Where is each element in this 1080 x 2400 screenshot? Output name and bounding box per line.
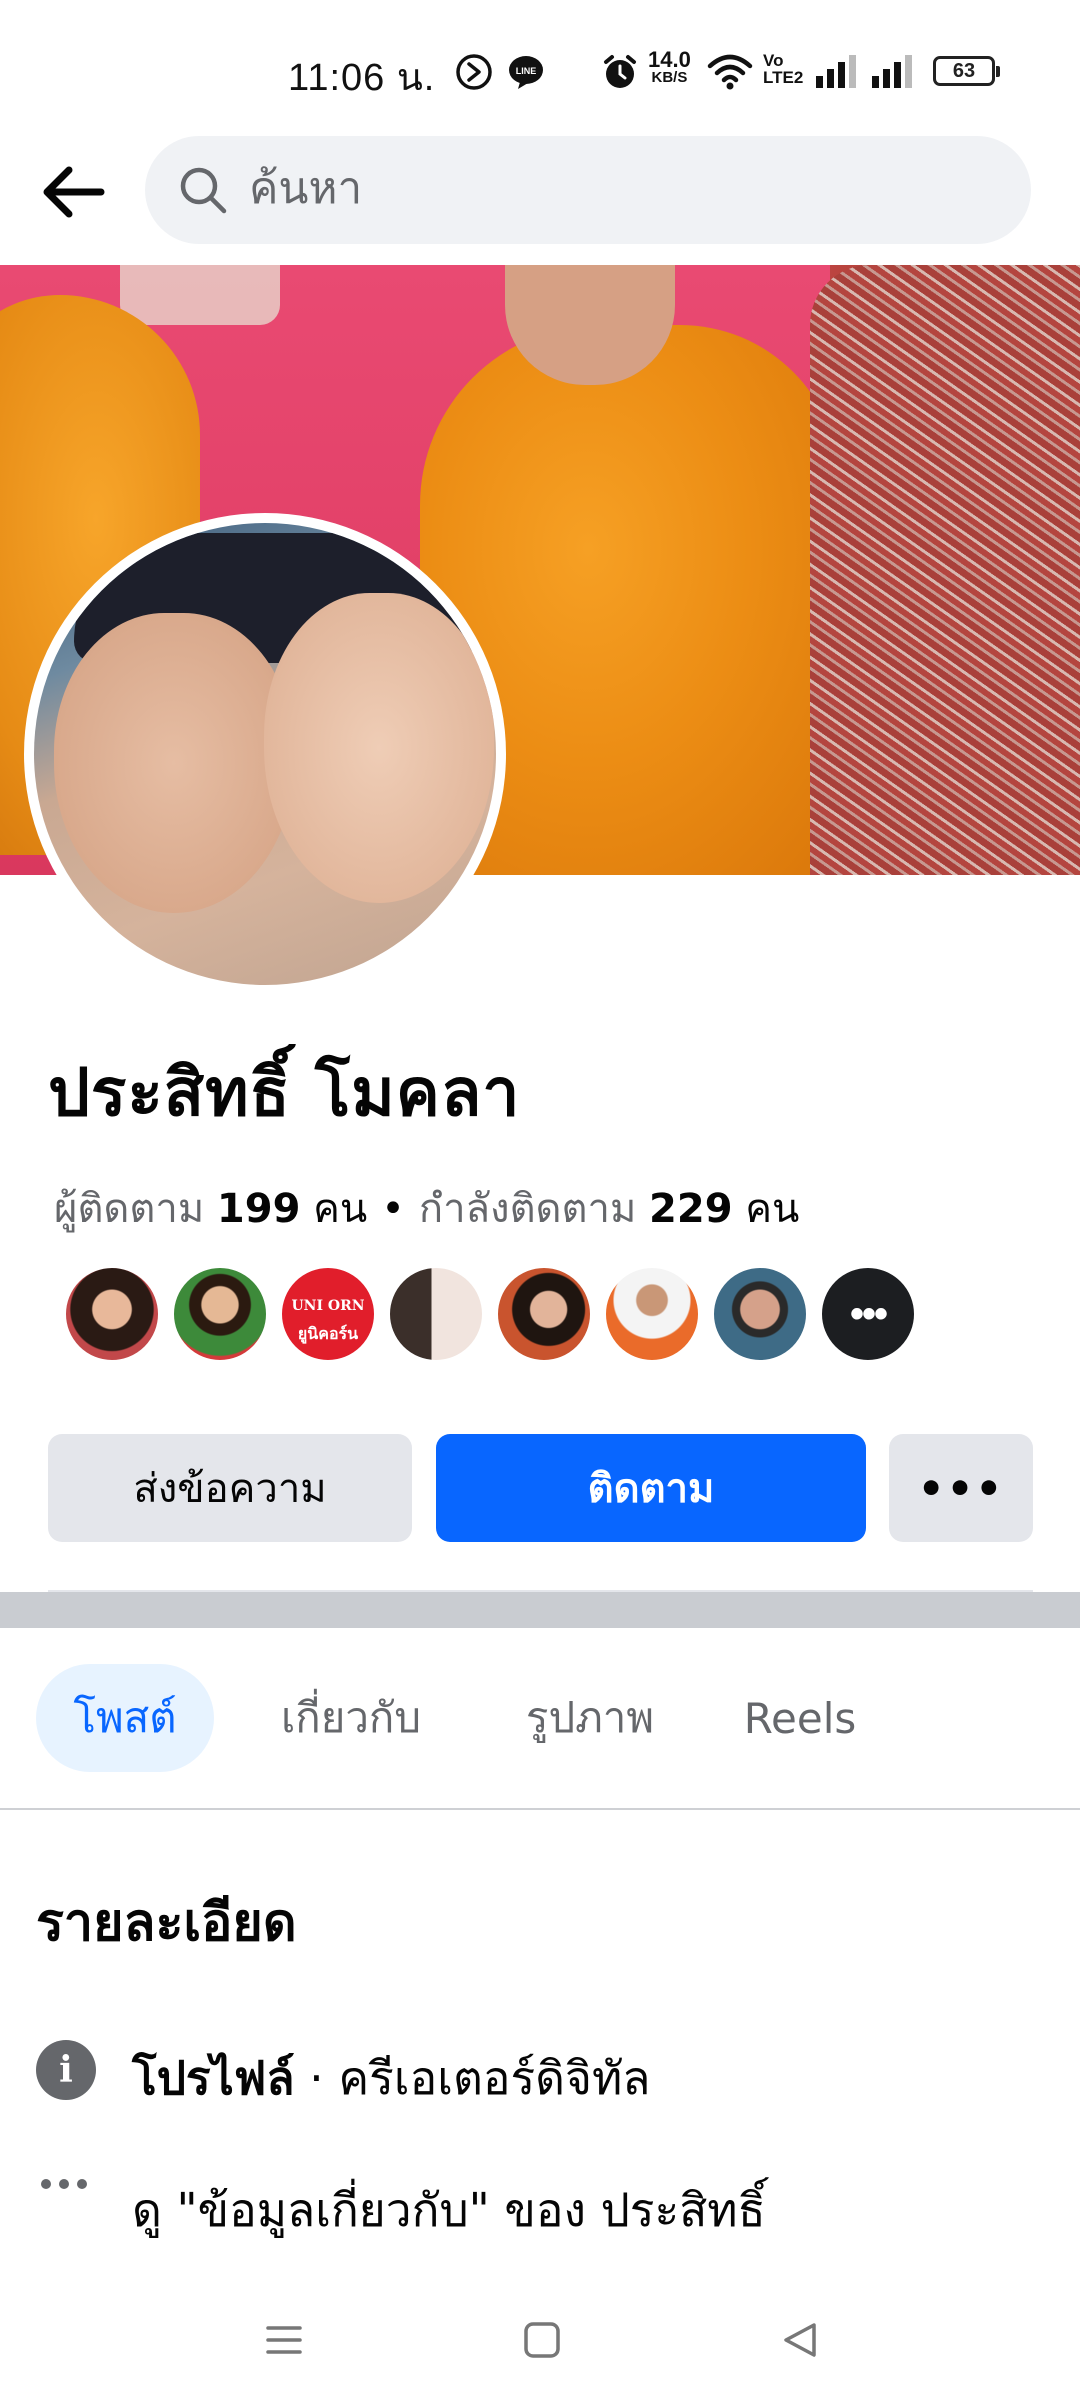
followers-label[interactable]: ผู้ติดตาม	[54, 1186, 204, 1232]
system-navigation-bar	[0, 2270, 1080, 2400]
followers-count[interactable]: 199	[217, 1186, 301, 1232]
network-speed-value: 14.0	[648, 47, 691, 72]
friend-avatar[interactable]	[64, 1266, 160, 1362]
wifi-icon	[707, 54, 753, 90]
stats-separator: •	[381, 1186, 405, 1232]
message-button[interactable]: ส่งข้อความ	[48, 1434, 412, 1542]
battery-indicator: 63	[933, 56, 1000, 86]
follow-stats: ผู้ติดตาม 199 คน • กำลังติดตาม 229 คน	[54, 1176, 799, 1240]
see-about-row[interactable]: ดู "ข้อมูลเกี่ยวกับ" ของ ประสิทธิ์	[36, 2168, 1036, 2248]
search-box[interactable]	[145, 136, 1031, 244]
details-section-title: รายละเอียด	[36, 1893, 297, 1953]
more-options-button[interactable]: •••	[889, 1434, 1033, 1542]
profile-category-text: โปรไฟล์ · ครีเอเตอร์ดิจิทัล	[132, 2042, 651, 2115]
line-icon: LINE	[509, 56, 543, 89]
system-back-button[interactable]	[770, 2310, 830, 2370]
recent-apps-button[interactable]	[254, 2310, 314, 2370]
friend-avatar[interactable]	[388, 1266, 484, 1362]
follow-button[interactable]: ติดตาม	[436, 1434, 866, 1542]
profile-dot: ·	[294, 2051, 339, 2105]
friend-avatar[interactable]	[496, 1266, 592, 1362]
divider	[0, 1808, 1080, 1810]
friend-avatar[interactable]	[712, 1266, 808, 1362]
alarm-icon	[604, 55, 636, 88]
volte-bottom: LTE2	[763, 68, 804, 87]
search-icon	[180, 167, 227, 214]
following-count[interactable]: 229	[649, 1186, 733, 1232]
following-unit: คน	[745, 1186, 800, 1232]
avatar-detail	[264, 593, 494, 903]
followers-unit: คน	[313, 1186, 368, 1232]
friend-avatar[interactable]	[604, 1266, 700, 1362]
home-button[interactable]	[512, 2310, 572, 2370]
network-speed: 14.0 KB/S	[648, 47, 691, 86]
svg-text:LINE: LINE	[516, 66, 537, 76]
avatar-photo	[34, 523, 496, 985]
profile-tabs: โพสต์ เกี่ยวกับ รูปภาพ Reels	[0, 1664, 1080, 1774]
menu-icon	[266, 2326, 302, 2354]
friend-avatar[interactable]: UNI ORN ยูนิคอร์น	[280, 1266, 376, 1362]
tab-reels[interactable]: Reels	[730, 1664, 870, 1772]
network-speed-unit: KB/S	[651, 69, 688, 86]
tab-about[interactable]: เกี่ยวกับ	[256, 1664, 446, 1772]
see-about-link[interactable]: ดู "ข้อมูลเกี่ยวกับ" ของ ประสิทธิ์	[132, 2174, 766, 2247]
profile-label: โปรไฟล์	[132, 2051, 295, 2105]
profile-avatar[interactable]	[24, 513, 506, 995]
profile-category: ครีเอเตอร์ดิจิทัล	[338, 2051, 651, 2105]
tab-posts[interactable]: โพสต์	[36, 1664, 214, 1772]
cover-pillar	[810, 265, 1080, 875]
profile-name: ประสิทธิ์ โมคลา	[48, 1054, 521, 1131]
profile-category-row: i โปรไฟล์ · ครีเอเตอร์ดิจิทัล	[36, 2036, 1036, 2116]
top-navigation-bar	[0, 130, 1080, 260]
info-icon: i	[36, 2040, 96, 2100]
avatar-detail	[54, 613, 294, 913]
arrow-left-icon	[43, 166, 105, 218]
more-friends-button[interactable]: •••	[820, 1266, 916, 1362]
volte-indicator: Vo LTE2	[763, 52, 803, 86]
home-square-icon	[524, 2322, 560, 2358]
search-input[interactable]	[249, 156, 989, 220]
triangle-back-icon	[784, 2323, 816, 2357]
section-divider	[0, 1592, 1080, 1628]
volte-top: Vo	[763, 51, 784, 70]
signal-icon-2	[872, 55, 912, 88]
info-icon-circle: i	[36, 2040, 96, 2100]
status-time: 11:06 น.	[288, 57, 436, 99]
following-label[interactable]: กำลังติดตาม	[419, 1186, 636, 1232]
tab-photos[interactable]: รูปภาพ	[500, 1664, 680, 1772]
ellipsis-icon	[41, 2179, 87, 2189]
friend-avatar[interactable]	[172, 1266, 268, 1362]
back-button[interactable]	[34, 154, 110, 230]
friend-avatar-text: ยูนิคอร์น	[297, 1324, 359, 1343]
more-dots-icon	[36, 2172, 96, 2232]
signal-icon	[816, 55, 856, 88]
status-bar: 11:06 น. LINE 14.0 KB/S Vo LTE2 63	[0, 0, 1080, 130]
cover-detail	[120, 265, 280, 325]
friend-avatar-text: UNI ORN	[291, 1298, 365, 1314]
app-indicator-icon	[456, 54, 492, 90]
